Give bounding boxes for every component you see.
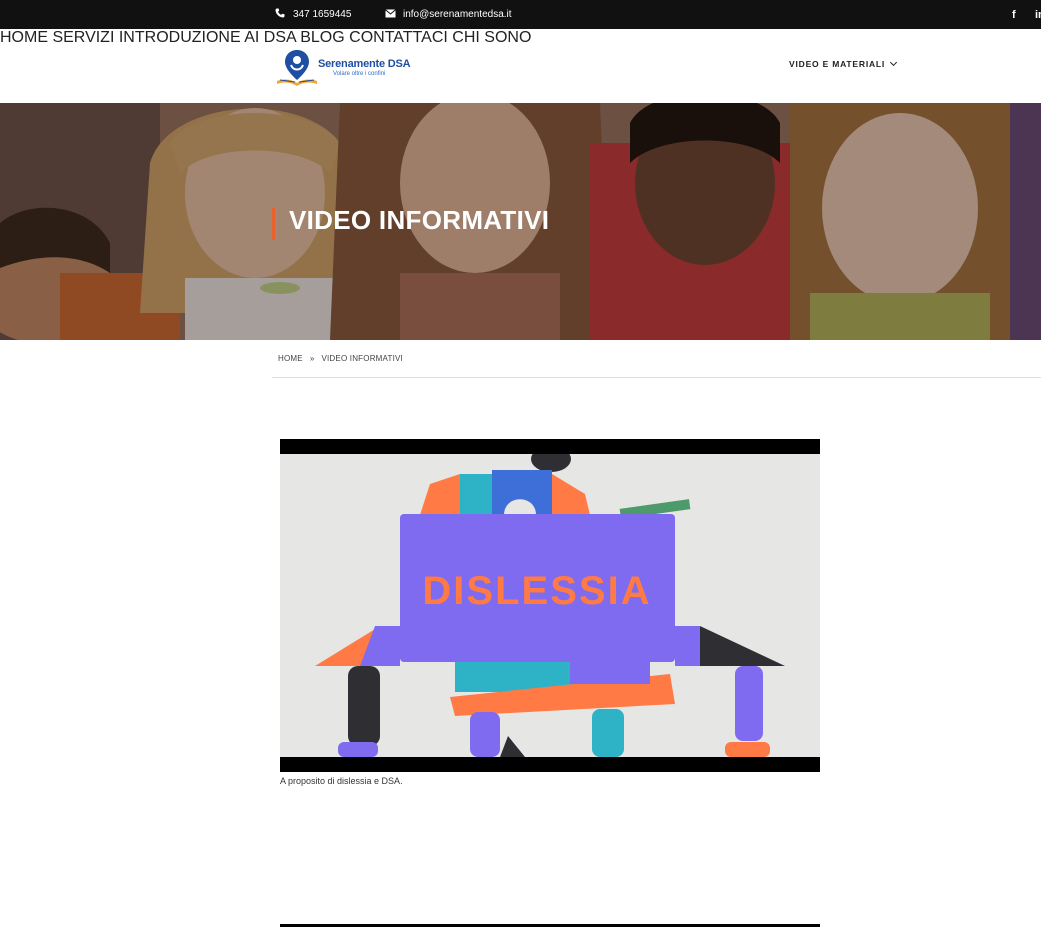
clay-blocks-illustration: DISLESSIA <box>280 454 820 757</box>
top-bar: 347 1659445 info@serenamentedsa.it f in <box>0 0 1041 29</box>
site-header: Serenamente DSA Volare oltre i confini H… <box>0 29 1041 103</box>
video-caption: A proposito di dislessia e DSA. <box>280 776 403 786</box>
thumbnail-title: DISLESSIA <box>422 569 651 613</box>
email-contact[interactable]: info@serenamentedsa.it <box>383 0 512 29</box>
nav-contattaci[interactable]: CONTATTACI <box>349 29 448 46</box>
video-thumbnail[interactable]: DISLESSIA <box>280 454 820 757</box>
nav-blog[interactable]: BLOG <box>300 29 344 46</box>
nav-servizi[interactable]: SERVIZI <box>52 29 114 46</box>
hero-banner: VIDEO INFORMATIVI <box>0 103 1041 340</box>
envelope-icon <box>383 8 397 21</box>
logo-title: Serenamente DSA <box>318 58 411 70</box>
email-address: info@serenamentedsa.it <box>403 9 512 20</box>
page-title: VIDEO INFORMATIVI <box>289 205 550 235</box>
breadcrumb-home[interactable]: HOME <box>278 354 303 363</box>
phone-contact[interactable]: 347 1659445 <box>273 0 351 29</box>
breadcrumb-separator: » <box>309 354 315 363</box>
phone-number: 347 1659445 <box>293 9 352 20</box>
breadcrumb-current: VIDEO INFORMATIVI <box>321 354 403 363</box>
nav-video-e-materiali-label: VIDEO E MATERIALI <box>789 59 886 69</box>
site-logo[interactable]: Serenamente DSA Volare oltre i confini <box>274 49 411 87</box>
nav-introduzione-ai-dsa[interactable]: INTRODUZIONE AI DSA <box>119 29 296 46</box>
phone-icon <box>273 8 287 21</box>
breadcrumb-divider <box>272 377 1041 378</box>
video-player[interactable]: DISLESSIA <box>280 439 820 772</box>
nav-chi-sono[interactable]: CHI SONO <box>452 29 531 46</box>
nav-video-e-materiali[interactable]: VIDEO E MATERIALI <box>789 58 898 69</box>
linkedin-icon[interactable]: in <box>1035 0 1041 29</box>
breadcrumb: HOME » VIDEO INFORMATIVI <box>278 354 403 363</box>
logo-subtitle: Volare oltre i confini <box>333 71 386 77</box>
logo-pin-icon <box>277 50 317 86</box>
chevron-down-icon <box>890 58 898 67</box>
nav-home[interactable]: HOME <box>0 29 48 46</box>
hero-title-accent <box>272 208 275 240</box>
main-navigation: HOME SERVIZI INTRODUZIONE AI DSA BLOG VI… <box>0 29 1041 69</box>
facebook-icon[interactable]: f <box>1012 0 1016 29</box>
